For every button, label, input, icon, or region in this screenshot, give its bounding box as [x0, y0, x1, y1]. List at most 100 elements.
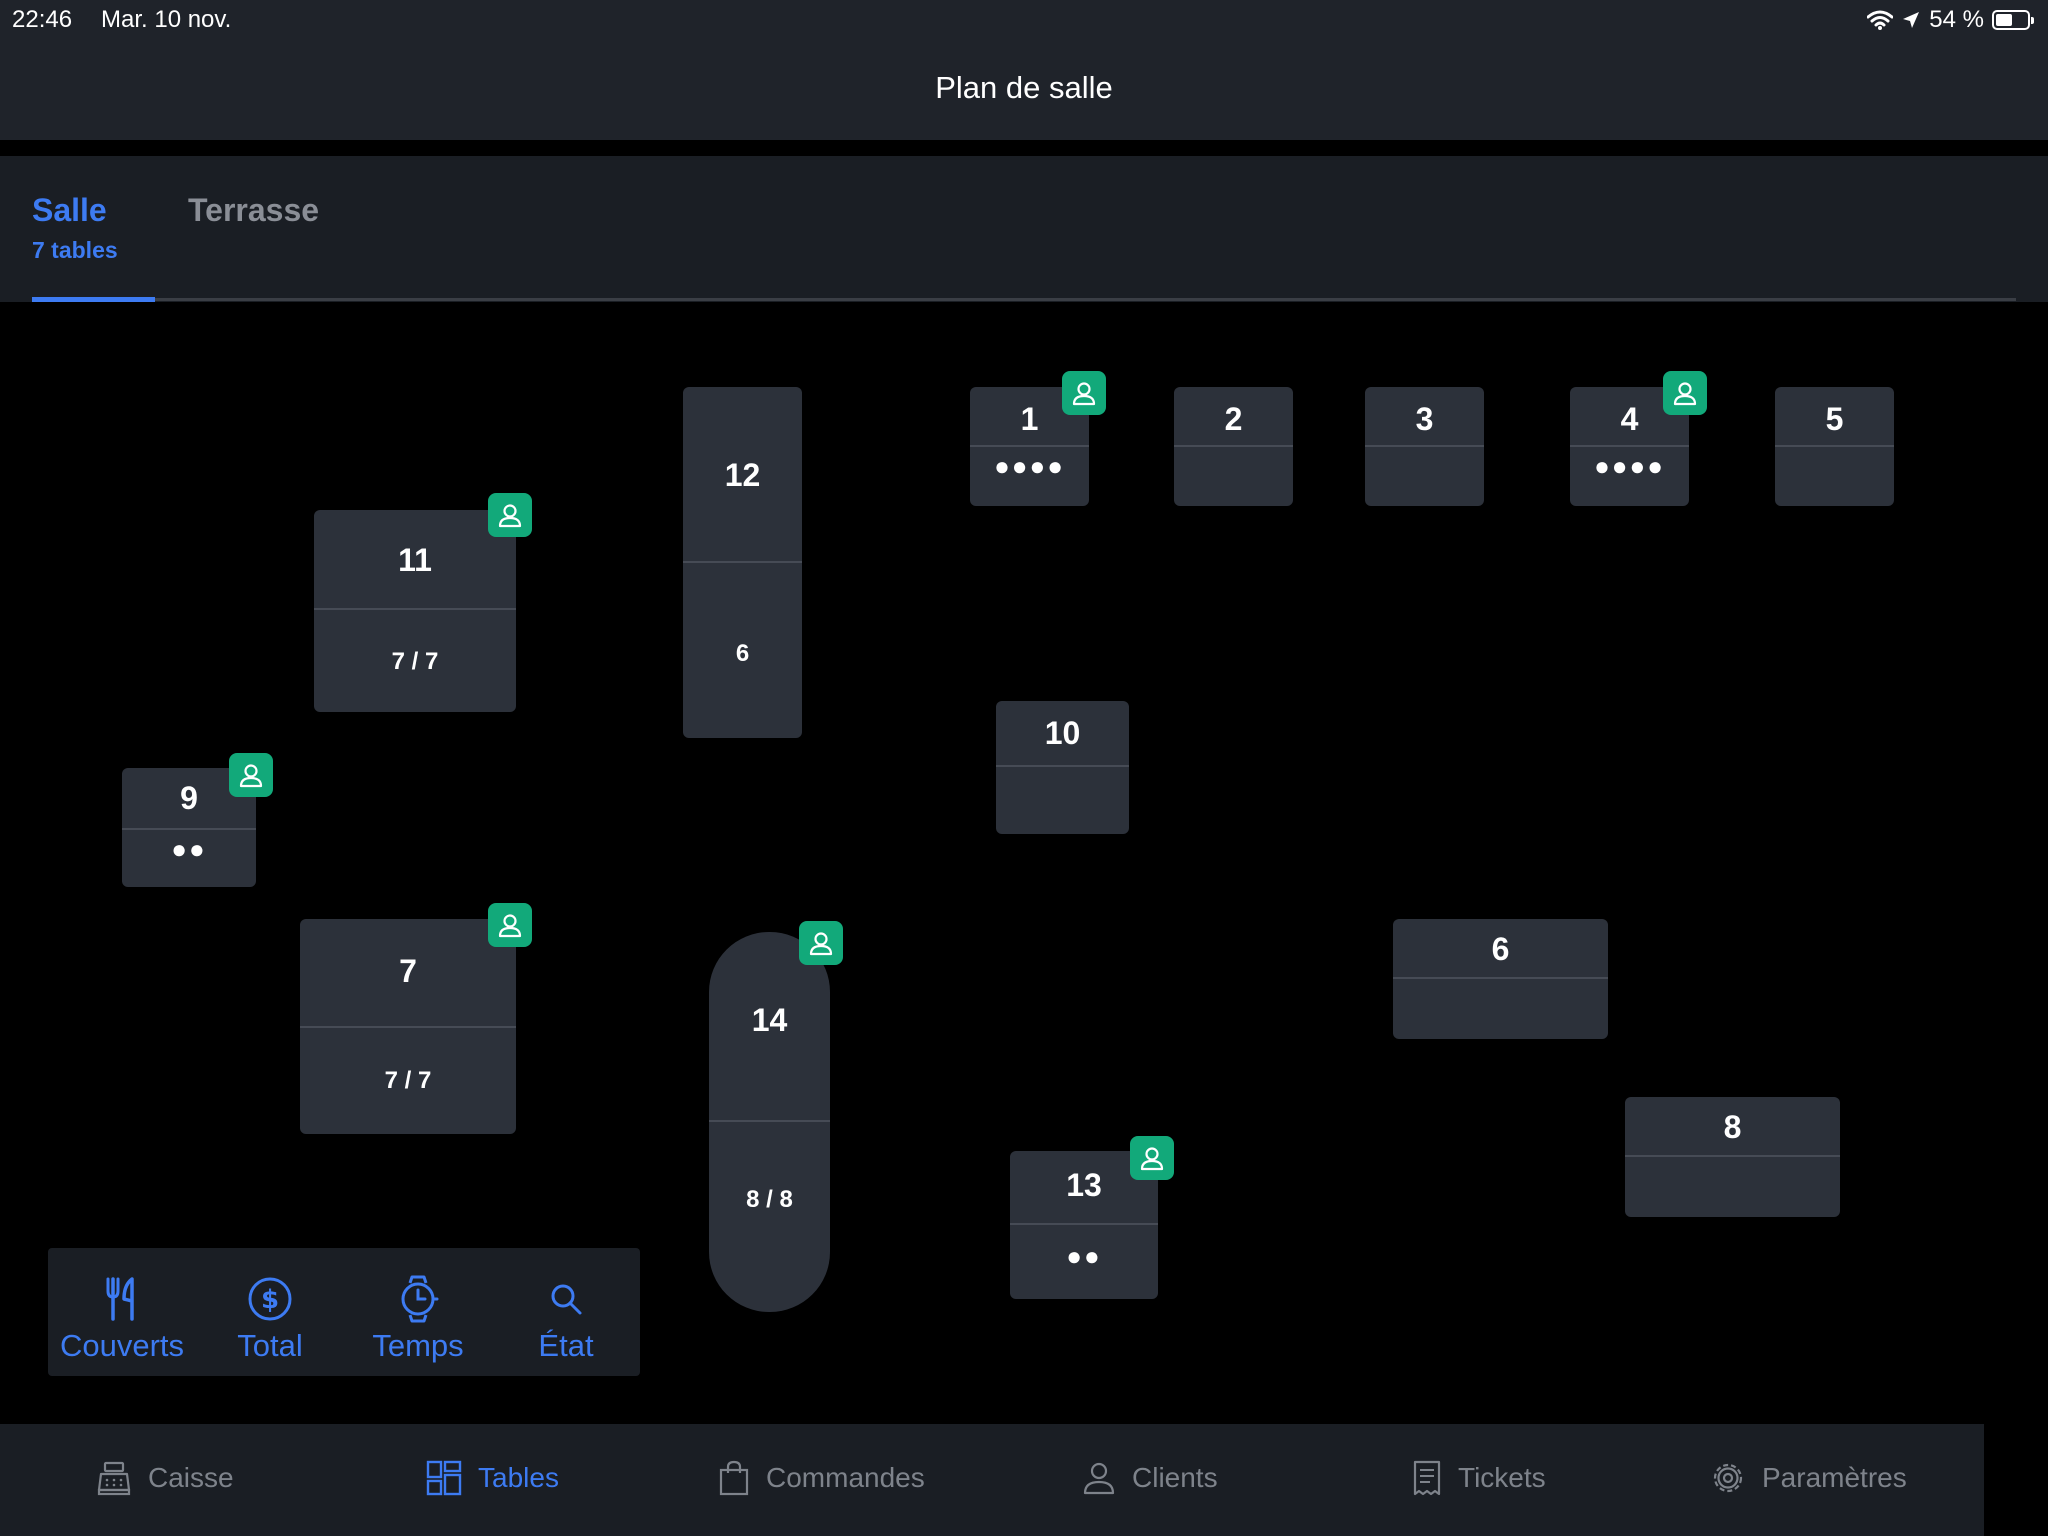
dollar-circle-icon: $: [248, 1277, 292, 1321]
display-mode-selector: Couverts $ Total Temps État: [48, 1248, 640, 1376]
table-10[interactable]: 10: [996, 701, 1129, 834]
nav-label: Paramètres: [1762, 1462, 1907, 1493]
table-divider: [970, 445, 1089, 447]
table-guests: ●●: [171, 834, 207, 864]
status-bar: 22:46 Mar. 10 nov. 54 %: [0, 0, 2048, 40]
table-number: 2: [1224, 401, 1243, 437]
tab-salle[interactable]: Salle 7 tables: [32, 192, 118, 264]
table-divider: [1625, 1155, 1840, 1157]
tables-grid-icon: [426, 1460, 462, 1496]
navigation-bar: Plan de salle: [0, 40, 2048, 140]
nav-tables[interactable]: Tables: [426, 1460, 559, 1496]
wifi-icon: [1867, 10, 1894, 30]
nav-commandes[interactable]: Commandes: [718, 1460, 925, 1496]
table-guests: 8 / 8: [746, 1186, 793, 1213]
table-number: 14: [751, 1002, 788, 1038]
metric-total-button[interactable]: $ Total: [196, 1274, 344, 1364]
user-icon: [1673, 382, 1697, 406]
table-guests: 7 / 7: [384, 1067, 432, 1094]
table-guests: ●●: [1066, 1241, 1102, 1271]
tab-terrasse-label: Terrasse: [188, 192, 320, 228]
tab-salle-label: Salle: [32, 192, 107, 228]
table-number: 7: [399, 953, 417, 989]
metric-couverts-button[interactable]: Couverts: [48, 1274, 196, 1364]
page-title: Plan de salle: [935, 70, 1113, 105]
occupied-badge: [1062, 371, 1106, 415]
svg-text:$: $: [261, 1285, 279, 1315]
table-number: 5: [1825, 401, 1844, 437]
occupied-badge: [229, 753, 273, 797]
tab-track: [32, 298, 2016, 301]
table-divider: [996, 765, 1129, 767]
user-icon: [1072, 382, 1096, 406]
status-date: Mar. 10 nov.: [101, 6, 232, 33]
nav-label: Tables: [478, 1462, 559, 1493]
status-indicators: 54 %: [1867, 6, 2034, 34]
nav-label: Commandes: [766, 1462, 925, 1493]
cutlery-icon: [106, 1277, 134, 1321]
table-12[interactable]: 12 6: [683, 387, 802, 738]
metric-label: État: [538, 1328, 594, 1363]
nav-label: Tickets: [1458, 1462, 1546, 1493]
nav-label: Clients: [1132, 1462, 1218, 1493]
table-3[interactable]: 3: [1365, 387, 1484, 506]
search-icon: [551, 1284, 582, 1315]
gear-icon: [1713, 1463, 1743, 1493]
table-7[interactable]: 7 7 / 7: [300, 919, 516, 1134]
table-guests: 6: [735, 640, 750, 667]
user-icon: [498, 914, 522, 938]
shopping-bag-icon: [719, 1460, 749, 1496]
table-divider: [1365, 445, 1484, 447]
watch-icon: [401, 1275, 439, 1323]
room-tabs: Salle 7 tables Terrasse: [0, 156, 2048, 302]
table-2[interactable]: 2: [1174, 387, 1293, 506]
battery-percent: 54 %: [1929, 6, 1984, 33]
table-8[interactable]: 8: [1625, 1097, 1840, 1217]
receipt-icon: [1413, 1460, 1441, 1496]
user-icon: [498, 504, 522, 528]
table-divider: [1174, 445, 1293, 447]
occupied-badge: [799, 921, 843, 965]
table-number: 6: [1491, 931, 1510, 967]
table-guests: 7 / 7: [391, 648, 439, 675]
table-divider: [1393, 977, 1608, 979]
table-14[interactable]: 14 8 / 8: [709, 932, 830, 1312]
table-guests: ●●●●: [1594, 451, 1665, 481]
occupied-badge: [1130, 1136, 1174, 1180]
table-number: 10: [1044, 715, 1081, 751]
nav-label: Caisse: [148, 1462, 234, 1493]
table-5[interactable]: 5: [1775, 387, 1894, 506]
table-divider: [122, 828, 256, 830]
battery-icon: [1992, 10, 2034, 30]
tab-terrasse[interactable]: Terrasse: [188, 192, 319, 229]
table-11[interactable]: 11 7 / 7: [314, 510, 516, 712]
table-divider: [1775, 445, 1894, 447]
occupied-badge: [488, 493, 532, 537]
nav-parametres[interactable]: Paramètres: [1710, 1460, 1907, 1496]
nav-caisse[interactable]: Caisse: [96, 1460, 234, 1496]
metric-etat-button[interactable]: État: [492, 1274, 640, 1364]
table-number: 8: [1723, 1109, 1742, 1145]
metric-label: Temps: [372, 1328, 464, 1363]
table-divider: [300, 1026, 516, 1028]
occupied-badge: [1663, 371, 1707, 415]
nav-tickets[interactable]: Tickets: [1412, 1460, 1546, 1496]
metric-label: Couverts: [59, 1328, 185, 1363]
bottom-tab-bar: Caisse Tables Commandes Clients Tickets …: [0, 1424, 2048, 1536]
metric-temps-button[interactable]: Temps: [344, 1274, 492, 1364]
cash-register-icon: [97, 1461, 131, 1496]
table-divider: [683, 561, 802, 563]
table-number: 3: [1415, 401, 1434, 437]
nav-clients[interactable]: Clients: [1082, 1460, 1218, 1496]
bottom-bar-edge: [1984, 1424, 2048, 1536]
user-icon: [239, 764, 263, 788]
table-6[interactable]: 6: [1393, 919, 1608, 1039]
table-guests: ●●●●: [994, 451, 1065, 481]
occupied-badge: [488, 903, 532, 947]
user-icon: [1083, 1462, 1115, 1495]
table-number: 12: [724, 457, 761, 493]
table-number: 11: [398, 542, 432, 578]
table-divider: [709, 1120, 830, 1122]
table-divider: [314, 608, 516, 610]
location-arrow-icon: [1903, 12, 1920, 28]
